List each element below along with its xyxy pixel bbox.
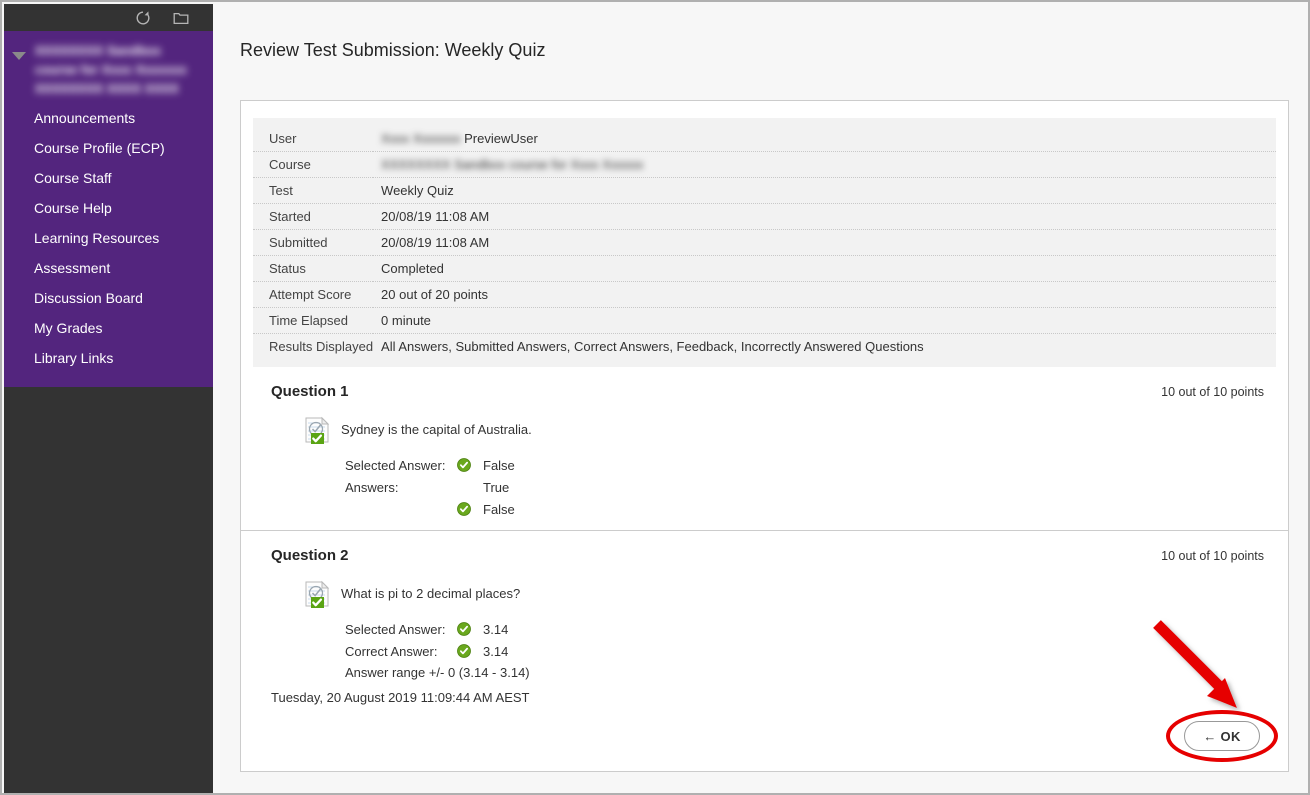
attempt-info-panel: User Xxxx Xxxxxxx PreviewUser Course XXX… bbox=[253, 118, 1276, 367]
answer-text-selected: False bbox=[483, 457, 515, 473]
question-1-body: Sydney is the capital of Australia. Sele… bbox=[257, 400, 1272, 520]
sidebar-item-assessment[interactable]: Assessment bbox=[4, 253, 213, 283]
table-row: Test Weekly Quiz bbox=[253, 177, 1276, 204]
course-title-row[interactable]: XXXXXXXX Sandbox course for Xxxx Xxxxxxx… bbox=[4, 31, 213, 103]
info-label-user: User bbox=[253, 126, 374, 152]
correct-check-icon bbox=[457, 502, 483, 516]
info-value-user: Xxxx Xxxxxxx PreviewUser bbox=[373, 126, 1276, 152]
info-value-test: Weekly Quiz bbox=[373, 177, 1276, 204]
main-content: Review Test Submission: Weekly Quiz User… bbox=[213, 4, 1308, 793]
answer-range-text: Answer range +/- 0 (3.14 - 3.14) bbox=[345, 665, 530, 680]
table-row: Submitted 20/08/19 11:08 AM bbox=[253, 229, 1276, 256]
question-block-1: Question 1 10 out of 10 points Sydney is… bbox=[241, 367, 1288, 530]
answer-label-answers: Answers: bbox=[345, 479, 399, 495]
redacted-course-name: XXXXXXXX Sandbox course for Xxxx Xxxxxx bbox=[381, 157, 644, 172]
answer-label-correct: Correct Answer: bbox=[345, 643, 438, 659]
answer-label-selected: Selected Answer: bbox=[345, 457, 446, 473]
sidebar-item-course-staff[interactable]: Course Staff bbox=[4, 163, 213, 193]
table-row: Started 20/08/19 11:08 AM bbox=[253, 203, 1276, 230]
screenshot-root: XXXXXXXX Sandbox course for Xxxx Xxxxxxx… bbox=[0, 0, 1310, 795]
info-value-submitted: 20/08/19 11:08 AM bbox=[373, 229, 1276, 256]
question-1-header: Question 1 10 out of 10 points bbox=[257, 383, 1272, 400]
table-row: User Xxxx Xxxxxxx PreviewUser bbox=[253, 126, 1276, 152]
course-menu-sidebar: XXXXXXXX Sandbox course for Xxxx Xxxxxxx… bbox=[4, 4, 213, 793]
folder-icon[interactable] bbox=[173, 10, 189, 26]
info-label-started: Started bbox=[253, 203, 374, 230]
info-label-course: Course bbox=[253, 151, 374, 178]
sidebar-item-discussion-board[interactable]: Discussion Board bbox=[4, 283, 213, 313]
info-label-results-displayed: Results Displayed bbox=[269, 339, 374, 354]
user-name-visible: PreviewUser bbox=[464, 131, 538, 146]
sidebar-item-my-grades[interactable]: My Grades bbox=[4, 313, 213, 343]
correct-check-icon bbox=[457, 622, 483, 636]
table-row: Status Completed bbox=[253, 255, 1276, 282]
refresh-icon[interactable] bbox=[135, 10, 151, 26]
sidebar-toolbar bbox=[4, 4, 213, 31]
answer-row-selected: Selected Answer: False bbox=[345, 454, 1272, 476]
question-2-points: 10 out of 10 points bbox=[1161, 549, 1264, 563]
info-label-time-elapsed: Time Elapsed bbox=[253, 307, 374, 334]
info-value-attempt-score: 20 out of 20 points bbox=[373, 281, 1276, 308]
info-value-course: XXXXXXXX Sandbox course for Xxxx Xxxxxx bbox=[373, 151, 1276, 178]
info-value-status: Completed bbox=[373, 255, 1276, 282]
info-value-time-elapsed: 0 minute bbox=[373, 307, 1276, 334]
sidebar-item-course-profile[interactable]: Course Profile (ECP) bbox=[4, 133, 213, 163]
question-correct-icon bbox=[303, 415, 333, 445]
redacted-user-name: Xxxx Xxxxxxx bbox=[381, 131, 461, 146]
question-2-body: What is pi to 2 decimal places? Selected… bbox=[257, 564, 1272, 684]
question-1-points: 10 out of 10 points bbox=[1161, 385, 1264, 399]
info-label-attempt-score: Attempt Score bbox=[253, 281, 374, 308]
question-1-answers: Selected Answer: False Answers: True Fal… bbox=[303, 445, 1272, 520]
answer-row-answers-label: Answers: True bbox=[345, 476, 1272, 498]
info-label-submitted: Submitted bbox=[253, 229, 374, 256]
sidebar-item-course-help[interactable]: Course Help bbox=[4, 193, 213, 223]
sidebar-nav-panel: XXXXXXXX Sandbox course for Xxxx Xxxxxxx… bbox=[4, 31, 213, 387]
question-2-answers: Selected Answer: 3.14 Correct Answer: 3.… bbox=[303, 609, 1272, 684]
table-row: Course XXXXXXXX Sandbox course for Xxxx … bbox=[253, 151, 1276, 178]
info-label-test: Test bbox=[253, 177, 374, 204]
info-label-status: Status bbox=[253, 255, 374, 282]
submission-timestamp: Tuesday, 20 August 2019 11:09:44 AM AEST bbox=[271, 690, 530, 705]
question-block-2: Question 2 10 out of 10 points What is p… bbox=[241, 531, 1288, 715]
answer-text-correct: 3.14 bbox=[483, 643, 509, 659]
table-row: Time Elapsed 0 minute bbox=[253, 307, 1276, 334]
page-title: Review Test Submission: Weekly Quiz bbox=[240, 40, 546, 60]
question-correct-icon bbox=[303, 579, 333, 609]
chevron-down-icon[interactable] bbox=[12, 52, 26, 60]
answer-text-false-option: False bbox=[483, 501, 515, 517]
question-1-stem: Sydney is the capital of Australia. bbox=[341, 422, 532, 437]
question-2-stem-row: What is pi to 2 decimal places? bbox=[303, 579, 1272, 609]
answer-row-false-option: False bbox=[345, 498, 1272, 520]
table-row: Attempt Score 20 out of 20 points bbox=[253, 281, 1276, 308]
ok-button-wrapper: ← OK bbox=[1166, 710, 1278, 762]
submission-card: User Xxxx Xxxxxxx PreviewUser Course XXX… bbox=[240, 100, 1289, 772]
question-1-title: Question 1 bbox=[271, 383, 349, 400]
answer-row-selected: Selected Answer: 3.14 bbox=[345, 618, 1272, 640]
sidebar-item-announcements[interactable]: Announcements bbox=[4, 103, 213, 133]
ok-button[interactable]: ← OK bbox=[1184, 721, 1260, 751]
answer-row-correct: Correct Answer: 3.14 bbox=[345, 640, 1272, 662]
answer-label-selected: Selected Answer: bbox=[345, 621, 446, 637]
sidebar-item-library-links[interactable]: Library Links bbox=[4, 343, 213, 373]
answer-text-selected: 3.14 bbox=[483, 621, 509, 637]
question-2-title: Question 2 bbox=[271, 547, 349, 564]
info-value-results-displayed: All Answers, Submitted Answers, Correct … bbox=[381, 339, 924, 354]
table-row: Results Displayed All Answers, Submitted… bbox=[253, 334, 1276, 360]
sidebar-item-learning-resources[interactable]: Learning Resources bbox=[4, 223, 213, 253]
question-2-header: Question 2 10 out of 10 points bbox=[257, 547, 1272, 564]
attempt-info-table: User Xxxx Xxxxxxx PreviewUser Course XXX… bbox=[253, 126, 1276, 359]
question-2-stem: What is pi to 2 decimal places? bbox=[341, 586, 521, 601]
info-value-started: 20/08/19 11:08 AM bbox=[373, 203, 1276, 230]
correct-check-icon bbox=[457, 644, 483, 658]
answer-text-true: True bbox=[483, 479, 510, 495]
question-1-stem-row: Sydney is the capital of Australia. bbox=[303, 415, 1272, 445]
correct-check-icon bbox=[457, 458, 483, 472]
course-title: XXXXXXXX Sandbox course for Xxxx Xxxxxxx… bbox=[35, 44, 187, 96]
